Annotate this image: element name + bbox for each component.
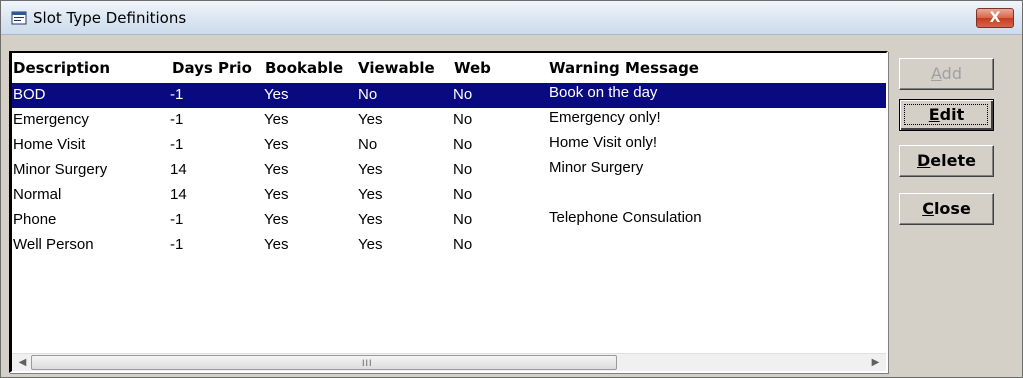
delete-accelerator: D [917,151,931,170]
cell-bookable: Yes [264,136,289,153]
slot-type-definitions-window: Slot Type Definitions X Description Days… [0,0,1023,378]
scrollbar-thumb[interactable]: III [31,355,617,370]
cell-web: No [453,136,473,153]
column-header-description[interactable]: Description [13,59,110,77]
cell-bookable: Yes [264,111,289,128]
delete-label-rest: elete [930,151,976,170]
column-header-days-prio[interactable]: Days Prio [172,59,252,77]
window-title: Slot Type Definitions [33,9,187,27]
cell-description: Emergency [13,111,89,128]
add-label-rest: dd [941,64,962,83]
close-accelerator: C [922,199,934,218]
cell-bookable: Yes [264,186,289,203]
add-accelerator: A [931,64,942,83]
cell-viewable: No [358,136,378,153]
edit-button[interactable]: Edit [899,99,994,131]
table-row[interactable]: Normal 14 Yes Yes No [12,183,886,208]
cell-description: Home Visit [13,136,86,153]
close-button-label: Close [922,199,971,218]
cell-warning-message: Emergency only! [549,109,661,126]
delete-button-label: Delete [917,151,976,170]
table-row[interactable]: Emergency -1 Yes Yes No Emergency only! [12,108,886,133]
cell-bookable: Yes [264,161,289,178]
cell-warning-message: Telephone Consulation [549,209,702,226]
cell-web: No [453,86,473,103]
edit-button-label: Edit [929,105,965,124]
close-window-button[interactable]: X [976,8,1014,28]
cell-web: No [453,236,473,253]
add-button-label: Add [931,64,962,83]
cell-web: No [453,186,473,203]
add-button[interactable]: Add [899,58,994,90]
slot-types-list[interactable]: Description Days Prio Bookable Viewable … [9,51,888,373]
cell-web: No [453,211,473,228]
cell-days-prio: -1 [170,86,184,103]
cell-days-prio: -1 [170,136,184,153]
column-header-web[interactable]: Web [454,59,491,77]
table-row[interactable]: Minor Surgery 14 Yes Yes No Minor Surger… [12,158,886,183]
cell-description: Minor Surgery [13,161,108,178]
edit-accelerator: E [928,105,940,124]
cell-viewable: Yes [358,186,383,203]
delete-button[interactable]: Delete [899,145,994,177]
cell-viewable: Yes [358,211,383,228]
cell-days-prio: -1 [170,111,184,128]
scrollbar-grip-icon: III [362,358,373,368]
cell-warning-message: Book on the day [549,84,658,101]
edit-label-rest: dit [939,105,965,124]
cell-viewable: Yes [358,111,383,128]
column-header-warning-message[interactable]: Warning Message [549,59,699,77]
table-row[interactable]: BOD -1 Yes No No Book on the day [12,83,886,108]
scroll-right-arrow-icon[interactable]: ▶ [867,354,884,371]
cell-description: Normal [13,186,62,203]
cell-bookable: Yes [264,86,289,103]
horizontal-scrollbar[interactable]: ◀ III ▶ [12,353,886,371]
column-header-bookable[interactable]: Bookable [265,59,343,77]
table-row[interactable]: Phone -1 Yes Yes No Telephone Consulatio… [12,208,886,233]
close-button[interactable]: Close [899,193,994,225]
cell-web: No [453,111,473,128]
cell-description: Phone [13,211,57,228]
scroll-left-arrow-icon[interactable]: ◀ [14,354,31,371]
cell-viewable: Yes [358,236,383,253]
cell-web: No [453,161,473,178]
list-rows: BOD -1 Yes No No Book on the day Emergen… [12,83,886,258]
close-icon: X [989,10,1001,26]
close-label-rest: lose [933,199,971,218]
cell-description: BOD [13,86,46,103]
cell-days-prio: 14 [170,161,187,178]
cell-days-prio: 14 [170,186,187,203]
cell-description: Well Person [13,236,94,253]
table-row[interactable]: Well Person -1 Yes Yes No [12,233,886,258]
window-icon [11,11,27,25]
cell-bookable: Yes [264,236,289,253]
cell-bookable: Yes [264,211,289,228]
cell-viewable: Yes [358,161,383,178]
cell-warning-message: Minor Surgery [549,159,644,176]
column-header-viewable[interactable]: Viewable [358,59,435,77]
title-bar[interactable]: Slot Type Definitions X [1,1,1022,35]
cell-viewable: No [358,86,378,103]
cell-warning-message: Home Visit only! [549,134,658,151]
list-header: Description Days Prio Bookable Viewable … [12,53,886,81]
cell-days-prio: -1 [170,211,184,228]
cell-days-prio: -1 [170,236,184,253]
table-row[interactable]: Home Visit -1 Yes No No Home Visit only! [12,133,886,158]
